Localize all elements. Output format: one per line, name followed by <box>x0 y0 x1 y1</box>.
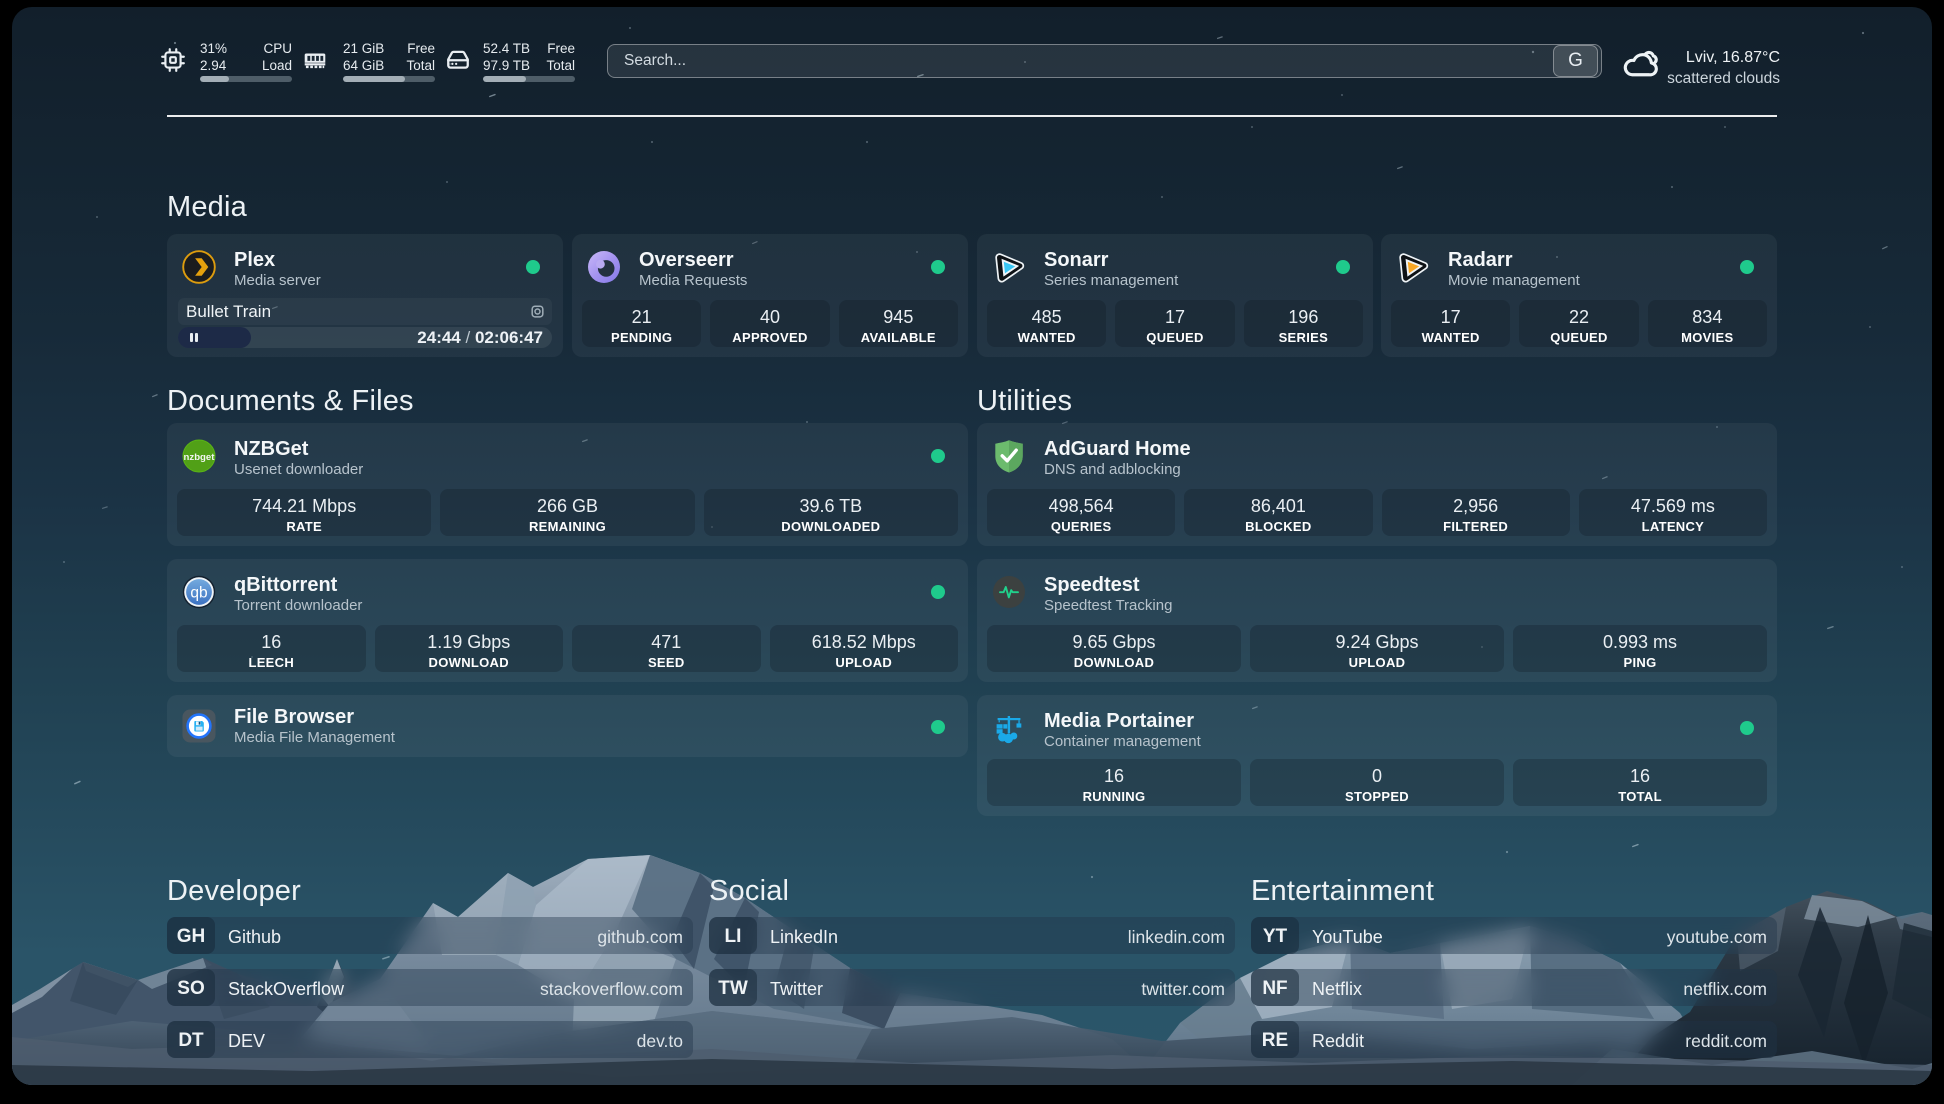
svg-text:nzbget: nzbget <box>184 452 216 463</box>
svg-text:qb: qb <box>190 584 207 601</box>
